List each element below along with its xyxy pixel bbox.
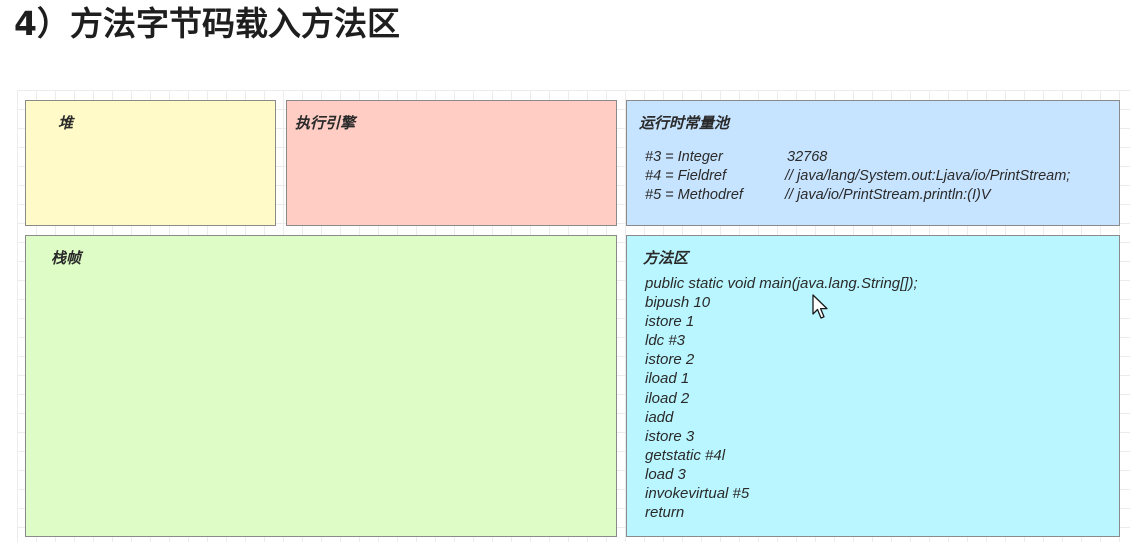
heap-box: 堆 [25,100,276,226]
mouse-pointer-icon [812,294,828,319]
heap-title: 堆 [58,114,74,132]
bytecode-line: istore 1 [645,313,695,331]
execution-engine-title: 执行引擎 [295,114,356,132]
bytecode-line: istore 2 [645,351,695,369]
method-area-title: 方法区 [643,249,689,267]
bytecode-list: public static void main(java.lang.String… [645,274,918,522]
bytecode-line: iadd [645,408,674,426]
bytecode-line: return [645,504,685,522]
runtime-constant-pool-box: 运行时常量池 #3 = Integer 32768 #4 = Fieldref … [626,100,1120,226]
execution-engine-box: 执行引擎 [286,100,617,226]
constant-pool-ref: #5 = Methodref [645,187,743,203]
bytecode-line: public static void main(java.lang.String… [645,275,918,292]
constant-pool-value: // java/lang/System.out:Ljava/io/PrintSt… [785,168,1071,184]
constant-pool-value: 32768 [787,149,828,165]
bytecode-line: getstatic #4l [645,446,726,464]
constant-pool-value: // java/io/PrintStream.println:(I)V [785,187,991,203]
bytecode-line: ldc #3 [645,332,686,350]
bytecode-line: istore 3 [645,427,695,445]
bytecode-line: iload 1 [645,370,690,388]
bytecode-line: invokevirtual #5 [645,485,750,503]
constant-pool-ref: #3 = Integer [645,149,723,165]
page-title: 4）方法字节码载入方法区 [14,4,400,43]
bytecode-line: load 3 [645,465,686,483]
bytecode-line: iload 2 [645,389,690,407]
stack-frame-box: 栈帧 [25,235,617,537]
constant-pool-ref: #4 = Fieldref [645,168,727,184]
runtime-constant-pool-title: 运行时常量池 [639,114,730,132]
method-area-box: 方法区 public static void main(java.lang.St… [626,235,1120,537]
bytecode-line: bipush 10 [645,294,711,312]
stack-frame-title: 栈帧 [51,249,82,267]
